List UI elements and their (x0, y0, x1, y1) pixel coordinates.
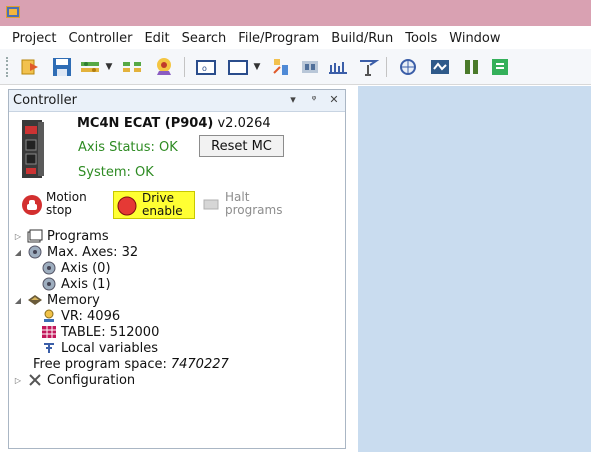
axis-icon[interactable] (356, 55, 380, 79)
disconnect-icon[interactable] (120, 55, 144, 79)
new-project-icon[interactable] (18, 55, 42, 79)
tree-item-memory[interactable]: ◢ Memory (13, 292, 100, 308)
menu-bar: Project Controller Edit Search File/Prog… (0, 27, 591, 49)
tree-label: Configuration (47, 372, 136, 388)
tree-label: Max. Axes: 32 (47, 244, 139, 260)
title-bar (0, 0, 591, 26)
oscilloscope-icon[interactable] (396, 55, 420, 79)
motion-stop-button[interactable]: Motion stop (21, 191, 109, 219)
run-icon[interactable] (488, 55, 512, 79)
motion-stop-line2: stop (46, 203, 72, 217)
tree-item-programs[interactable]: ▷ Programs (13, 228, 109, 244)
reset-mc-button[interactable]: Reset MC (199, 135, 284, 157)
memory-icon (27, 293, 43, 307)
tree-item-max-axes[interactable]: ◢ Max. Axes: 32 (13, 244, 138, 260)
panel-header: Controller ▾ ᵠ ✕ (9, 90, 345, 112)
toolbar-grip[interactable] (6, 57, 9, 77)
tree-item-configuration[interactable]: ▷ Configuration (13, 372, 135, 388)
io-icon[interactable] (298, 55, 322, 79)
halt-programs-button[interactable]: Halt programs (203, 191, 303, 219)
tree-label: TABLE: 512000 (61, 324, 160, 340)
tree-item-axis-1[interactable]: Axis (1) (41, 276, 111, 292)
pin-icon[interactable]: ᵠ (307, 93, 321, 106)
free-space-value: 7470227 (170, 356, 229, 372)
expand-arrow-icon[interactable]: ▷ (13, 376, 23, 385)
device-name: MC4N ECAT (P904) (77, 116, 214, 131)
controller-device-image (18, 118, 48, 180)
drive-enable-line2: enable (142, 204, 183, 218)
programs-icon (27, 229, 43, 243)
tree-item-axis-0[interactable]: Axis (0) (41, 260, 111, 276)
chart-icon[interactable] (270, 55, 294, 79)
menu-window[interactable]: Window (449, 31, 500, 46)
tree-label: VR: 4096 (61, 308, 121, 324)
vr-icon (41, 309, 57, 323)
program-icon[interactable] (460, 55, 484, 79)
panel-dropdown-icon[interactable]: ▾ (286, 93, 300, 106)
tree-item-vr[interactable]: VR: 4096 (41, 308, 120, 324)
halt-line2: programs (225, 203, 283, 217)
drive-enable-button[interactable]: Drive enable (113, 191, 195, 219)
device-title: MC4N ECAT (P904) v2.0264 (77, 116, 271, 131)
menu-tools[interactable]: Tools (405, 31, 437, 46)
axes-icon (27, 245, 43, 259)
halt-icon (203, 197, 225, 219)
system-status: System: OK (78, 165, 154, 180)
collapse-arrow-icon[interactable]: ◢ (13, 296, 23, 305)
status-icon[interactable] (428, 55, 452, 79)
terminal-icon[interactable]: o (194, 55, 218, 79)
toolbar-separator (184, 57, 185, 77)
tree-label: Axis (1) (61, 276, 111, 292)
tree-item-local-variables[interactable]: Local variables (41, 340, 158, 356)
red-light-icon (116, 195, 138, 217)
sync-icon[interactable] (152, 55, 176, 79)
toolbar: ▼ o ▼ (0, 49, 591, 85)
menu-file-program[interactable]: File/Program (238, 31, 319, 46)
stop-hand-icon (21, 194, 43, 216)
tree-label: Programs (47, 228, 109, 244)
free-space-label: Free program space: (33, 356, 167, 372)
save-icon[interactable] (50, 55, 74, 79)
menu-edit[interactable]: Edit (144, 31, 169, 46)
workspace-area (358, 86, 591, 452)
collapse-arrow-icon[interactable]: ◢ (13, 248, 23, 257)
local-variables-icon (41, 341, 57, 355)
menu-controller[interactable]: Controller (68, 31, 132, 46)
tree-label: Memory (47, 292, 100, 308)
axis-status: Axis Status: OK (78, 140, 178, 155)
close-icon[interactable]: ✕ (327, 93, 341, 106)
device-version: v2.0264 (217, 116, 271, 131)
scope-icon[interactable] (326, 55, 350, 79)
tree-label: Axis (0) (61, 260, 111, 276)
window-icon[interactable] (226, 55, 250, 79)
controller-panel: Controller ▾ ᵠ ✕ MC4N ECAT (P904) v2.026… (8, 89, 346, 449)
menu-search[interactable]: Search (182, 31, 227, 46)
tree-item-free-space: Free program space: 7470227 (33, 356, 229, 372)
configuration-icon (27, 373, 43, 387)
tree-item-table[interactable]: TABLE: 512000 (41, 324, 159, 340)
axis-icon (41, 261, 57, 275)
expand-arrow-icon[interactable]: ▷ (13, 232, 23, 241)
table-icon (41, 325, 57, 339)
tree-label: Local variables (61, 340, 159, 356)
menu-project[interactable]: Project (12, 31, 56, 46)
toolbar-separator-2 (386, 57, 387, 77)
app-icon[interactable] (6, 6, 20, 18)
svg-text:o: o (202, 64, 207, 73)
motion-stop-label: Motion stop (46, 191, 87, 217)
panel-title: Controller (13, 93, 77, 108)
axis-icon (41, 277, 57, 291)
connect-icon[interactable] (78, 55, 102, 79)
menu-build-run[interactable]: Build/Run (331, 31, 393, 46)
drive-enable-label: Drive enable (142, 192, 183, 218)
connect-dropdown-icon[interactable]: ▼ (104, 61, 114, 73)
halt-label: Halt programs (225, 191, 282, 217)
window-dropdown-icon[interactable]: ▼ (252, 61, 262, 73)
